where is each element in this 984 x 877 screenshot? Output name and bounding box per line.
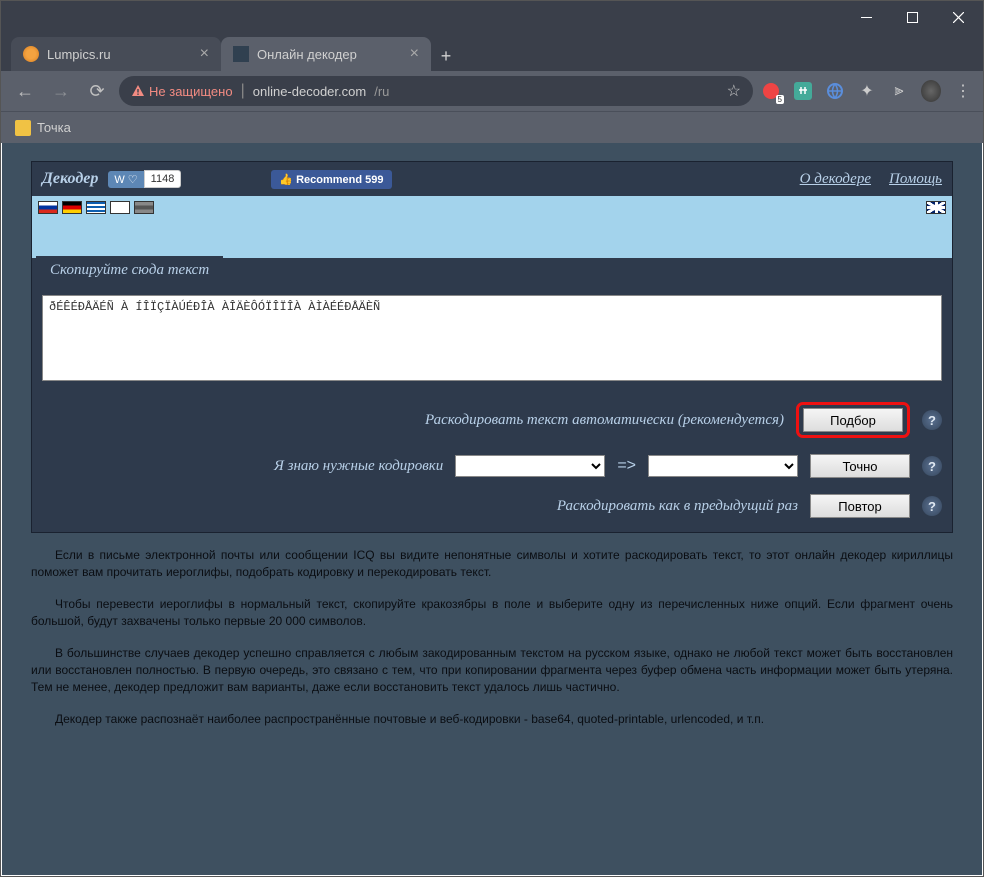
section-title: Скопируйте сюда текст bbox=[36, 256, 223, 285]
reading-list-icon[interactable]: ⫸ bbox=[889, 81, 909, 101]
vk-count: 1148 bbox=[144, 170, 182, 188]
flag-uk-icon[interactable] bbox=[926, 201, 946, 214]
decoder-favicon-icon bbox=[233, 46, 249, 62]
extension-icons: 5 ✦ ⫸ ⋮ bbox=[761, 81, 973, 101]
fb-recommend-button[interactable]: 👍 Recommend 599 bbox=[271, 170, 391, 189]
forward-button[interactable]: → bbox=[47, 77, 75, 105]
help-icon[interactable]: ? bbox=[922, 496, 942, 516]
blue-header-bar bbox=[32, 218, 952, 258]
reload-button[interactable]: ⟳ bbox=[83, 77, 111, 105]
page-content: Декодер W ♡ 1148 👍 Recommend 599 О декод… bbox=[2, 143, 982, 875]
link-about[interactable]: О декодере bbox=[800, 171, 871, 188]
profile-avatar[interactable] bbox=[921, 81, 941, 101]
close-button[interactable] bbox=[935, 2, 981, 32]
input-textarea[interactable] bbox=[42, 295, 942, 381]
decoder-panel: Декодер W ♡ 1148 👍 Recommend 599 О декод… bbox=[31, 161, 953, 533]
podbor-button[interactable]: Подбор bbox=[803, 408, 903, 432]
description-p3: В большинстве случаев декодер успешно сп… bbox=[31, 645, 953, 697]
folder-icon bbox=[15, 120, 31, 136]
flag-generic-icon[interactable] bbox=[134, 201, 154, 214]
encoding-from-select[interactable] bbox=[455, 455, 605, 477]
link-help[interactable]: Помощь bbox=[889, 171, 942, 188]
warning-icon bbox=[131, 84, 145, 98]
extensions-puzzle-icon[interactable]: ✦ bbox=[857, 81, 877, 101]
url-separator: | bbox=[241, 82, 245, 100]
row-manual-label: Я знаю нужные кодировки bbox=[274, 458, 443, 475]
brand-label: Декодер bbox=[42, 170, 98, 188]
tab-close-icon[interactable]: × bbox=[200, 45, 209, 63]
url-path: /ru bbox=[374, 84, 389, 99]
globe-ext-icon[interactable] bbox=[825, 81, 845, 101]
new-tab-button[interactable]: + bbox=[431, 41, 461, 71]
description-p4: Декодер также распознаёт наиболее распро… bbox=[31, 711, 953, 728]
tab-bar: Lumpics.ru × Онлайн декодер × + bbox=[1, 33, 983, 71]
bookmarks-bar: Точка bbox=[1, 111, 983, 143]
flag-row bbox=[32, 196, 952, 218]
flag-ru-icon[interactable] bbox=[38, 201, 58, 214]
tab-title: Lumpics.ru bbox=[47, 47, 192, 62]
tab-close-icon[interactable]: × bbox=[410, 45, 419, 63]
bookmark-item[interactable]: Точка bbox=[15, 120, 71, 136]
maximize-button[interactable] bbox=[889, 2, 935, 32]
tochno-button[interactable]: Точно bbox=[810, 454, 910, 478]
description-p1: Если в письме электронной почты или сооб… bbox=[31, 547, 953, 582]
lumpics-favicon-icon bbox=[23, 46, 39, 62]
window-titlebar bbox=[1, 1, 983, 33]
url-field[interactable]: Не защищено | online-decoder.com/ru ☆ bbox=[119, 76, 753, 106]
row-repeat-label: Раскодировать как в предыдущий раз bbox=[557, 498, 798, 515]
back-button[interactable]: ← bbox=[11, 77, 39, 105]
security-indicator[interactable]: Не защищено bbox=[131, 84, 233, 99]
help-icon[interactable]: ? bbox=[922, 456, 942, 476]
address-bar: ← → ⟳ Не защищено | online-decoder.com/r… bbox=[1, 71, 983, 111]
row-auto-label: Раскодировать текст автоматически (реком… bbox=[425, 412, 784, 429]
vk-heart-icon: W ♡ bbox=[108, 171, 143, 188]
form-area: Раскодировать текст автоматически (реком… bbox=[32, 285, 952, 532]
vk-like-widget[interactable]: W ♡ 1148 bbox=[108, 170, 181, 188]
tab-lumpics[interactable]: Lumpics.ru × bbox=[11, 37, 221, 71]
povtor-button[interactable]: Повтор bbox=[810, 494, 910, 518]
opera-ext-icon[interactable]: 5 bbox=[761, 81, 781, 101]
music-ext-icon[interactable] bbox=[793, 81, 813, 101]
tab-title: Онлайн декодер bbox=[257, 47, 402, 62]
panel-header: Декодер W ♡ 1148 👍 Recommend 599 О декод… bbox=[32, 162, 952, 196]
arrow-icon: => bbox=[617, 457, 636, 475]
encoding-to-select[interactable] bbox=[648, 455, 798, 477]
flag-gr-icon[interactable] bbox=[86, 201, 106, 214]
minimize-button[interactable] bbox=[843, 2, 889, 32]
flag-il-icon[interactable] bbox=[110, 201, 130, 214]
browser-window: Lumpics.ru × Онлайн декодер × + ← → ⟳ Не… bbox=[0, 0, 984, 877]
bookmark-label: Точка bbox=[37, 120, 71, 135]
tab-decoder[interactable]: Онлайн декодер × bbox=[221, 37, 431, 71]
ext-badge: 5 bbox=[776, 95, 784, 104]
bookmark-star-icon[interactable]: ☆ bbox=[727, 81, 741, 101]
security-label: Не защищено bbox=[149, 84, 233, 99]
help-icon[interactable]: ? bbox=[922, 410, 942, 430]
flag-de-icon[interactable] bbox=[62, 201, 82, 214]
highlight-box: Подбор bbox=[796, 402, 910, 438]
menu-button[interactable]: ⋮ bbox=[953, 81, 973, 101]
url-host: online-decoder.com bbox=[253, 84, 366, 99]
description-p2: Чтобы перевести иероглифы в нормальный т… bbox=[31, 596, 953, 631]
